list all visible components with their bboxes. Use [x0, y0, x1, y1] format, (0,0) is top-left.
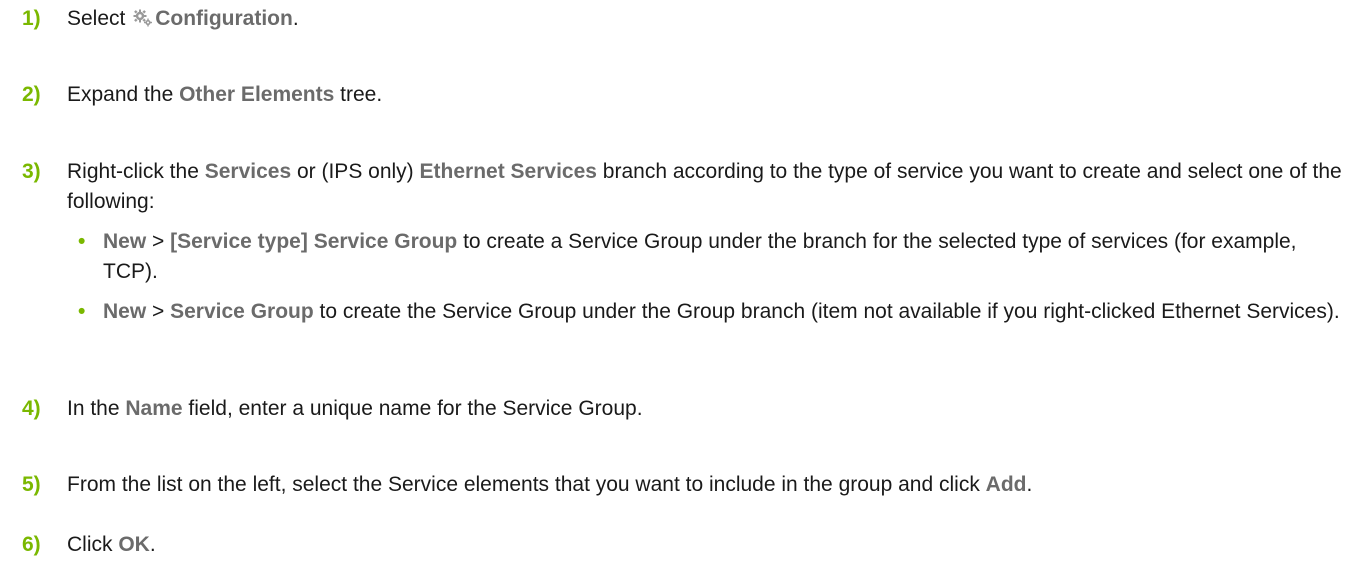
step-text-part: In the — [67, 397, 126, 420]
ui-term-other-elements: Other Elements — [179, 83, 335, 106]
ui-term-service-group: Service Group — [170, 300, 314, 323]
step-text-part: or (IPS only) — [291, 160, 420, 183]
step-number: 2) — [22, 83, 41, 106]
ui-term-configuration: Configuration — [155, 7, 293, 30]
step-number: 1) — [22, 7, 41, 30]
step-number: 6) — [22, 533, 41, 556]
ui-term-service-type-group: [Service type] Service Group — [170, 230, 458, 253]
gear-icon — [133, 6, 153, 27]
step-text-part: field, enter a unique name for the Servi… — [182, 397, 643, 420]
step-text-part: Right-click the — [67, 160, 205, 183]
step-text-part: tree. — [334, 83, 383, 106]
menu-separator: > — [146, 230, 171, 253]
bullet-text-part: to create the Service Group under the Gr… — [313, 300, 1340, 323]
ui-term-services: Services — [204, 160, 292, 183]
step-text-part: . — [1026, 473, 1033, 496]
instruction-document: 1) Select Configuration. 2) Expand the O… — [0, 0, 1369, 566]
step-number: 4) — [22, 397, 41, 420]
step-text: From the list on the left, select the Se… — [67, 470, 1357, 500]
ui-term-name: Name — [125, 397, 183, 420]
ui-term-new: New — [103, 300, 147, 323]
step-text: Right-click the Services or (IPS only) E… — [67, 157, 1357, 217]
ui-term-new: New — [103, 230, 147, 253]
bullet-text: New > Service Group to create the Servic… — [103, 297, 1353, 327]
step-text-part: Expand the — [67, 83, 180, 106]
step-text: In the Name field, enter a unique name f… — [67, 394, 1357, 424]
bullet-dot: • — [78, 230, 86, 253]
ui-term-ethernet-services: Ethernet Services — [419, 160, 597, 183]
step-text-part: From the list on the left, select the Se… — [67, 473, 986, 496]
ui-term-ok: OK — [118, 533, 150, 556]
step-text-part: Click — [67, 533, 119, 556]
step-number: 5) — [22, 473, 41, 496]
menu-separator: > — [146, 300, 171, 323]
step-text: Select Configuration. — [67, 4, 1357, 34]
bullet-text: New > [Service type] Service Group to cr… — [103, 227, 1353, 287]
step-text: Expand the Other Elements tree. — [67, 80, 1357, 110]
step-text-part: . — [292, 7, 299, 30]
step-number: 3) — [22, 160, 41, 183]
step-text-part: . — [149, 533, 156, 556]
step-text: Click OK. — [67, 530, 1357, 560]
ui-term-add: Add — [985, 473, 1027, 496]
step-text-part: Select — [67, 7, 132, 30]
bullet-dot: • — [78, 300, 86, 323]
